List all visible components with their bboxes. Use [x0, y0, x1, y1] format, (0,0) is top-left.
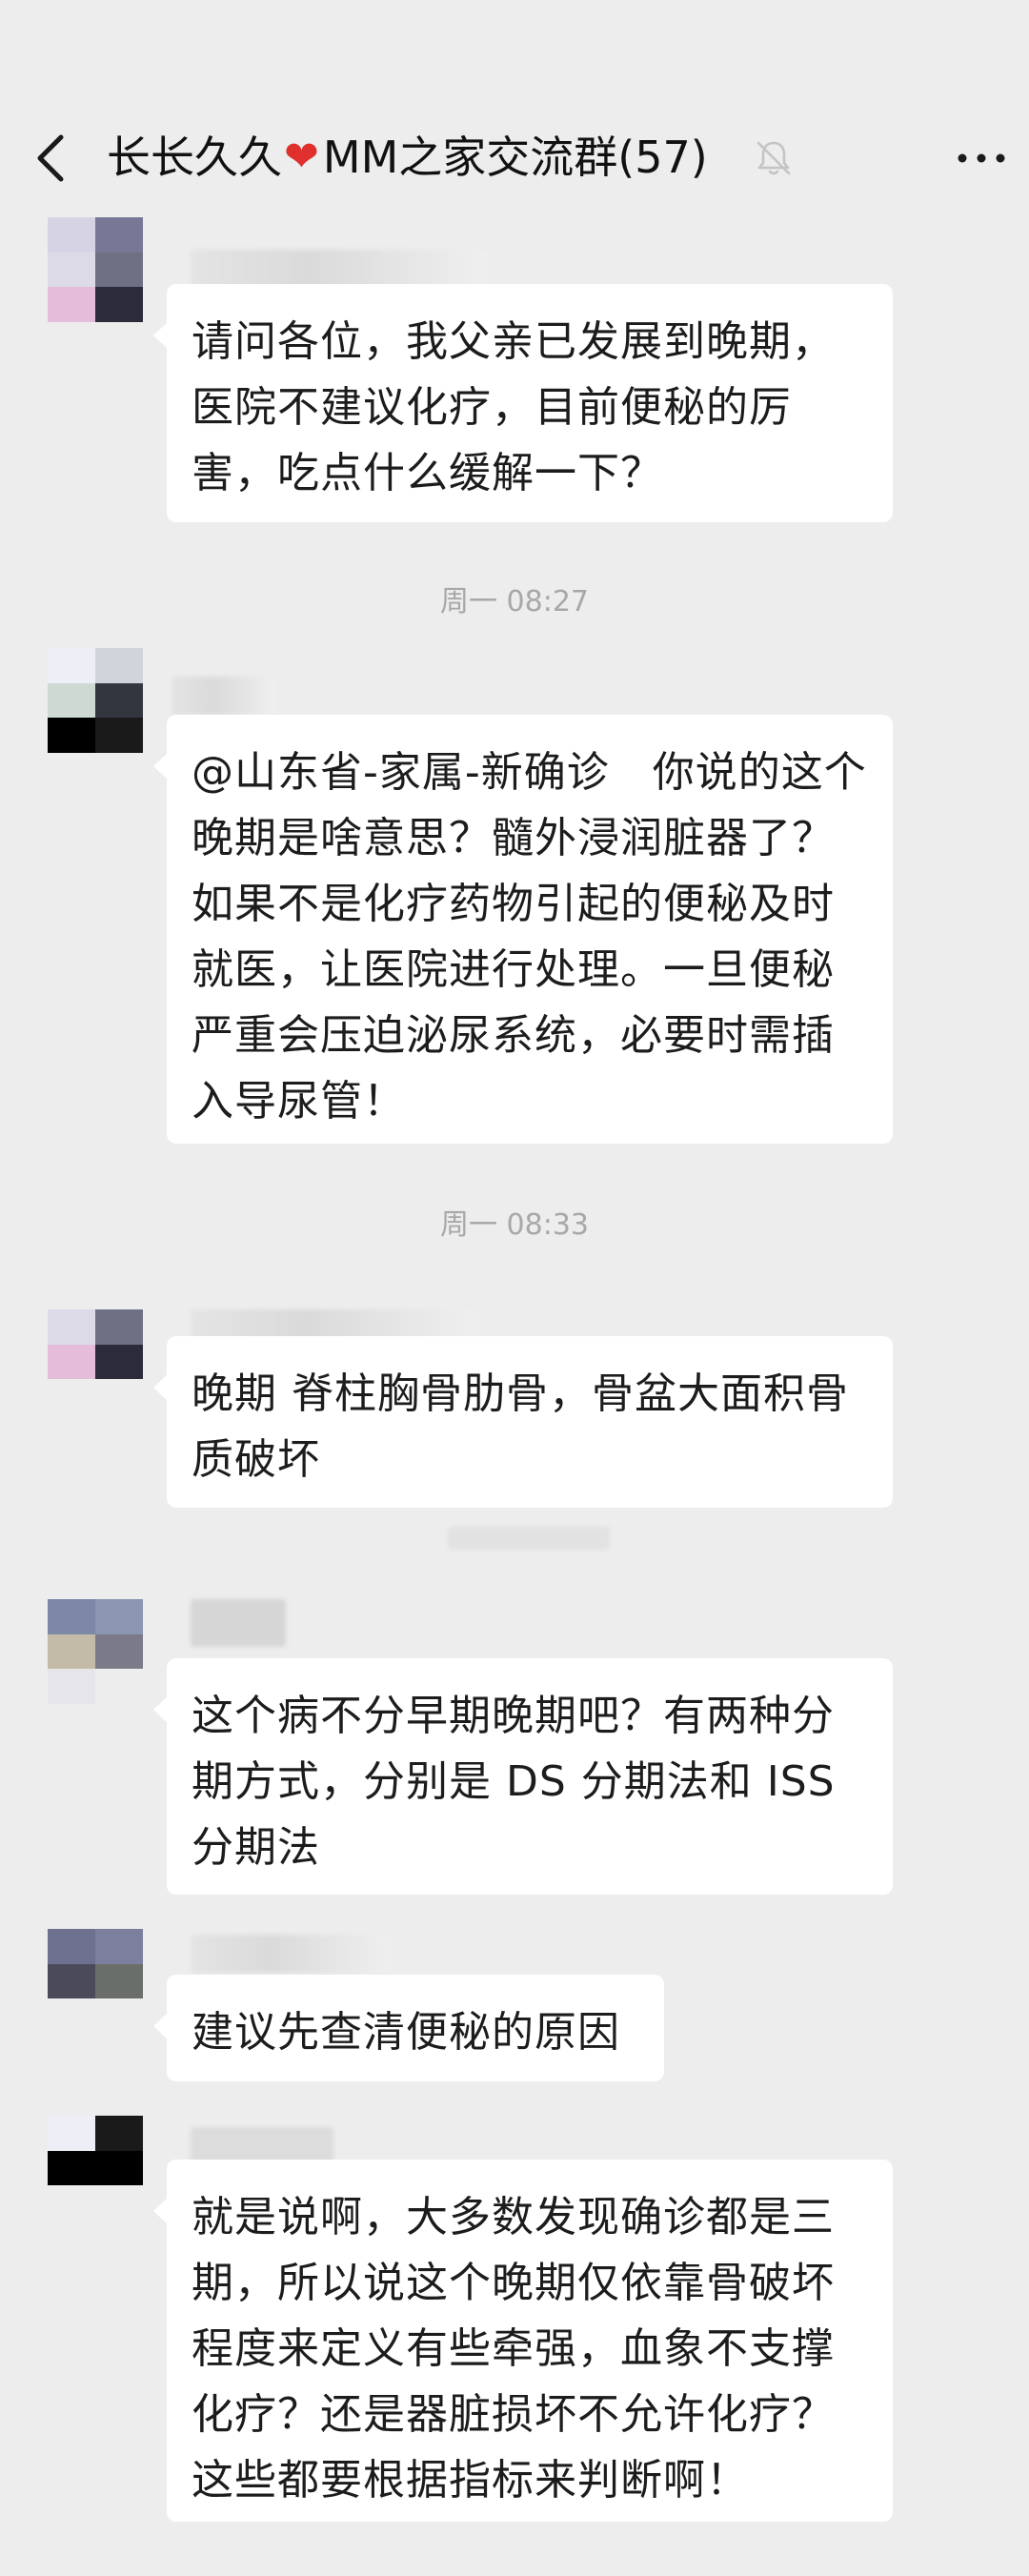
- avatar[interactable]: [48, 648, 143, 753]
- message-bubble[interactable]: @山东省-家属-新确诊 你说的这个晚期是啥意思？髓外浸润脏器了？如果不是化疗药物…: [153, 715, 893, 1144]
- chat-title-prefix: 长长久久: [107, 132, 282, 183]
- message-text: 晚期 脊柱胸骨肋骨，骨盆大面积骨质破坏: [192, 1369, 849, 1484]
- back-icon[interactable]: [29, 132, 74, 185]
- mute-bell-icon: [757, 141, 791, 175]
- sender-name-blurred: [191, 250, 486, 288]
- heart-icon: ❤: [284, 132, 319, 181]
- more-icon[interactable]: [955, 139, 1008, 177]
- message-text: 建议先查清便秘的原因: [192, 2008, 620, 2057]
- message-text: 这个病不分早期晚期吧？有两种分期方式，分别是 DS 分期法和 ISS 分期法: [192, 1692, 850, 1872]
- message-bubble[interactable]: 请问各位，我父亲已发展到晚期，医院不建议化疗，目前便秘的厉害，吃点什么缓解一下？: [153, 284, 893, 522]
- chat-header: 长长久久 ❤ MM之家交流群(57): [0, 0, 1029, 210]
- message-bubble[interactable]: 建议先查清便秘的原因: [153, 1975, 664, 2081]
- timestamp: 周一 08:33: [440, 1208, 589, 1242]
- avatar[interactable]: [48, 1309, 143, 1414]
- avatar[interactable]: [48, 2116, 143, 2221]
- timestamp-blurred: [448, 1527, 610, 1550]
- message-bubble[interactable]: 这个病不分早期晚期吧？有两种分期方式，分别是 DS 分期法和 ISS 分期法: [153, 1658, 893, 1895]
- sender-name-blurred: [191, 1599, 286, 1647]
- timestamp: 周一 08:27: [440, 585, 589, 619]
- chat-title[interactable]: 长长久久 ❤ MM之家交流群(57): [107, 129, 708, 186]
- message-text: 就是说啊，大多数发现确诊都是三期，所以说这个晚期仅依靠骨破坏程度来定义有些牵强，…: [192, 2193, 835, 2505]
- sender-name-blurred: [172, 677, 276, 715]
- chat-title-suffix: MM之家交流群(57): [322, 132, 708, 183]
- message-text: @山东省-家属-新确诊 你说的这个晚期是啥意思？髓外浸润脏器了？如果不是化疗药物…: [192, 748, 867, 1126]
- avatar[interactable]: [48, 217, 143, 322]
- avatar[interactable]: [48, 1599, 143, 1704]
- message-bubble[interactable]: 晚期 脊柱胸骨肋骨，骨盆大面积骨质破坏: [153, 1336, 893, 1508]
- avatar[interactable]: [48, 1929, 143, 2034]
- message-bubble[interactable]: 就是说啊，大多数发现确诊都是三期，所以说这个晚期仅依靠骨破坏程度来定义有些牵强，…: [153, 2160, 893, 2522]
- message-text: 请问各位，我父亲已发展到晚期，医院不建议化疗，目前便秘的厉害，吃点什么缓解一下？: [192, 317, 835, 497]
- sender-name-blurred: [191, 1935, 391, 1973]
